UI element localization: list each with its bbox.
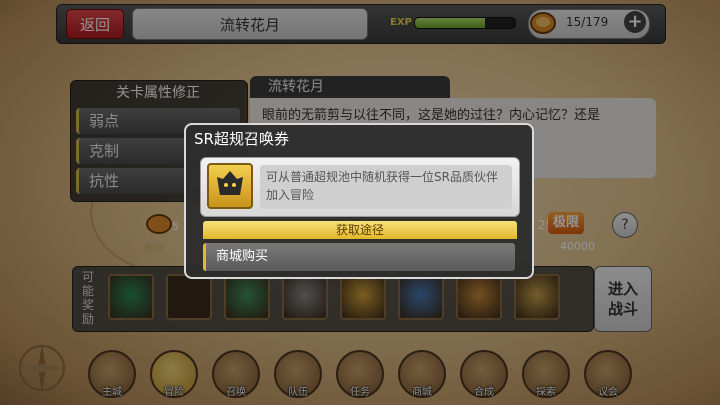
modal-title: SR超规召唤券	[194, 130, 289, 148]
item-description: 可从普通超规池中随机获得一位SR品质伙伴加入冒险	[260, 165, 512, 209]
summon-ticket-icon	[207, 163, 253, 209]
source-shop-purchase[interactable]: 商城购买	[203, 243, 515, 271]
source-header: 获取途径	[203, 221, 517, 239]
